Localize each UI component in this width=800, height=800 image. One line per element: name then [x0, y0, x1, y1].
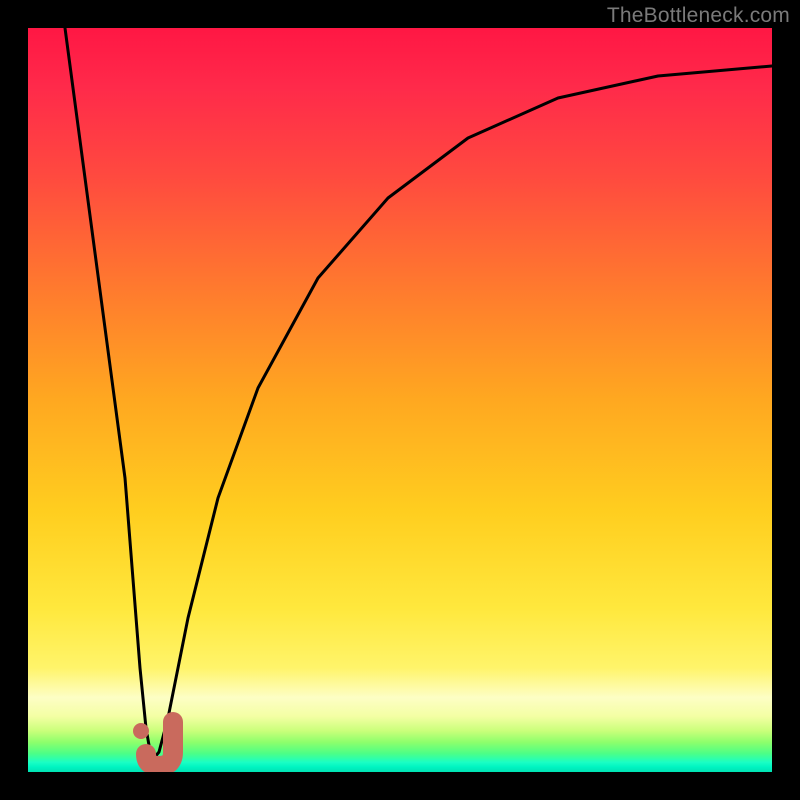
background-gradient	[28, 28, 772, 772]
watermark-text: TheBottleneck.com	[607, 4, 790, 28]
plot-area	[28, 28, 772, 772]
chart-frame: TheBottleneck.com	[0, 0, 800, 800]
